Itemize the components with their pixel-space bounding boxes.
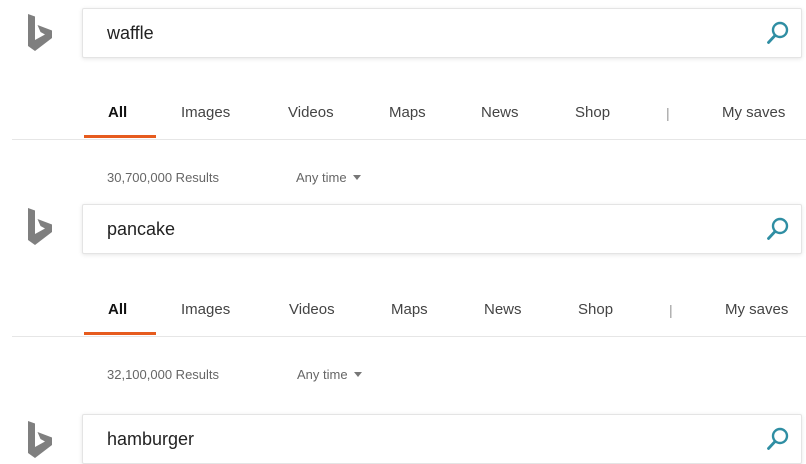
- bing-logo-icon[interactable]: [26, 13, 54, 53]
- time-filter-dropdown[interactable]: Any time: [296, 170, 361, 185]
- search-icon[interactable]: [765, 216, 791, 242]
- caret-down-icon: [353, 372, 362, 377]
- tab-images[interactable]: Images: [181, 104, 230, 121]
- search-icon[interactable]: [765, 426, 791, 452]
- caret-down-icon: [352, 175, 361, 180]
- tab-news[interactable]: News: [484, 301, 522, 318]
- tab-my-saves[interactable]: My saves: [722, 104, 785, 121]
- tab-maps[interactable]: Maps: [389, 104, 426, 121]
- tab-news[interactable]: News: [481, 104, 519, 121]
- results-count: 30,700,000 Results: [107, 170, 220, 185]
- search-block-pancake: pancake All Images Videos Maps News Shop…: [0, 196, 806, 396]
- tab-videos[interactable]: Videos: [289, 301, 335, 318]
- search-block-hamburger: hamburger: [0, 396, 806, 464]
- tab-videos[interactable]: Videos: [288, 104, 334, 121]
- tab-shop[interactable]: Shop: [575, 104, 610, 121]
- time-filter-dropdown[interactable]: Any time: [297, 367, 362, 382]
- tab-maps[interactable]: Maps: [391, 301, 428, 318]
- nav-divider: |: [669, 302, 673, 318]
- active-tab-underline: [84, 332, 156, 335]
- nav-divider-line: [12, 336, 806, 337]
- tab-all[interactable]: All: [108, 104, 127, 121]
- nav-divider: |: [666, 105, 670, 121]
- bing-logo-icon[interactable]: [26, 420, 54, 460]
- nav-divider-line: [12, 139, 806, 140]
- tab-all[interactable]: All: [108, 301, 127, 318]
- tab-shop[interactable]: Shop: [578, 301, 613, 318]
- time-filter-label: Any time: [296, 170, 347, 185]
- search-block-waffle: waffle All Images Videos Maps News Shop …: [0, 0, 806, 200]
- search-box[interactable]: hamburger: [82, 414, 802, 464]
- search-box[interactable]: waffle: [82, 8, 802, 58]
- search-input[interactable]: waffle: [107, 9, 154, 57]
- results-count: 32,100,000 Results: [107, 367, 220, 382]
- tab-my-saves[interactable]: My saves: [725, 301, 788, 318]
- search-input[interactable]: pancake: [107, 205, 175, 253]
- time-filter-label: Any time: [297, 367, 348, 382]
- search-input[interactable]: hamburger: [107, 415, 194, 463]
- bing-logo-icon[interactable]: [26, 207, 54, 247]
- tab-images[interactable]: Images: [181, 301, 230, 318]
- search-box[interactable]: pancake: [82, 204, 802, 254]
- search-icon[interactable]: [765, 20, 791, 46]
- active-tab-underline: [84, 135, 156, 138]
